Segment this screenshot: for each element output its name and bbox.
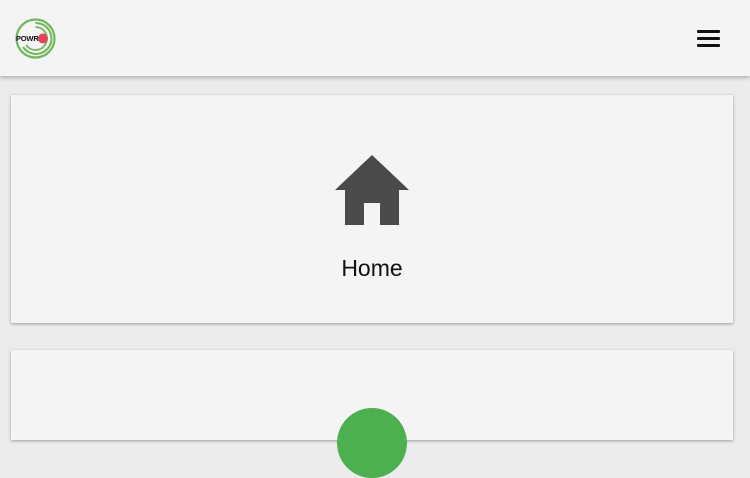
home-card-label: Home	[341, 255, 403, 281]
house-icon	[335, 155, 409, 225]
second-card[interactable]	[11, 350, 733, 478]
home-card[interactable]: Home	[11, 95, 733, 323]
logo-text: POWR	[16, 34, 39, 43]
hamburger-menu-button[interactable]	[690, 24, 726, 52]
app-header: POWR	[0, 0, 750, 76]
powr-logo[interactable]: POWR	[15, 18, 56, 59]
green-circle-icon	[337, 408, 407, 478]
